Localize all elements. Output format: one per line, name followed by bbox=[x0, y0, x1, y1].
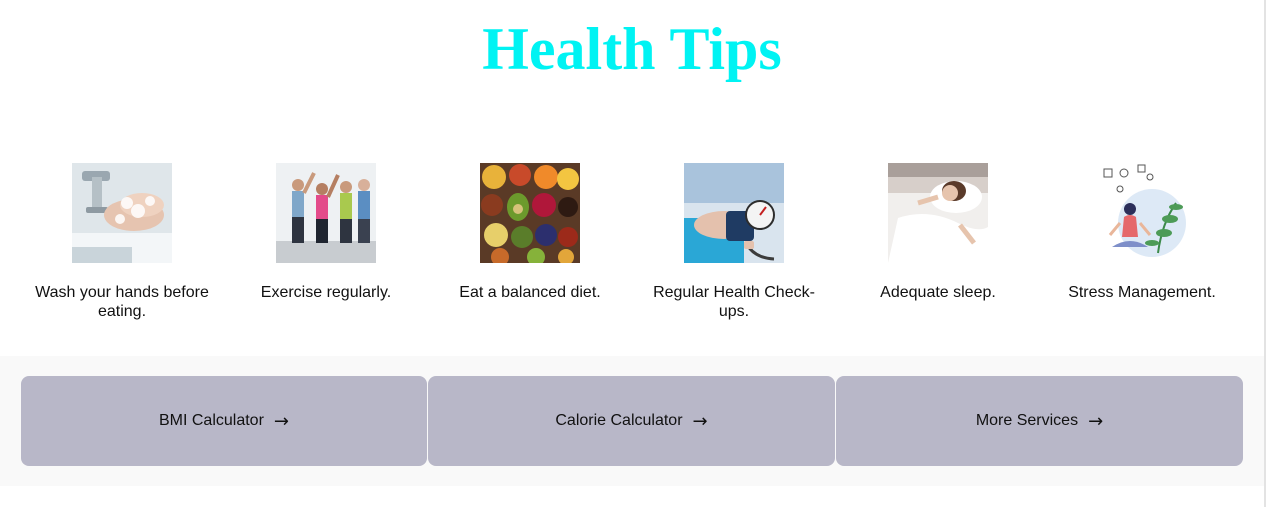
sleep-image bbox=[888, 163, 988, 263]
tip-card: Adequate sleep. bbox=[836, 163, 1040, 321]
more-services-label: More Services bbox=[975, 412, 1079, 429]
services-bar: BMI Calculator → Calorie Calculator → Mo… bbox=[0, 356, 1264, 486]
tip-card: Stress Management. bbox=[1040, 163, 1244, 321]
calorie-calculator-label: Calorie Calculator bbox=[555, 412, 683, 429]
blood-pressure-image bbox=[684, 163, 784, 263]
more-services-button[interactable]: More Services → bbox=[836, 376, 1243, 466]
tip-label: Stress Management. bbox=[1068, 284, 1216, 301]
exercise-image bbox=[276, 163, 376, 263]
handwashing-image bbox=[72, 163, 172, 263]
tip-label: Exercise regularly. bbox=[260, 284, 392, 301]
tip-card: Exercise regularly. bbox=[224, 163, 428, 321]
bmi-calculator-label: BMI Calculator bbox=[158, 412, 264, 429]
tips-row: Wash your hands before eating. Exercise … bbox=[20, 163, 1244, 321]
tip-label: Adequate sleep. bbox=[880, 284, 996, 301]
tip-label: Eat a balanced diet. bbox=[459, 284, 601, 301]
meditation-image bbox=[1092, 163, 1192, 263]
tip-card: Eat a balanced diet. bbox=[428, 163, 632, 321]
tip-card: Wash your hands before eating. bbox=[20, 163, 224, 321]
tip-card: Regular Health Check-ups. bbox=[632, 163, 836, 321]
arrow-right-icon: → bbox=[273, 410, 289, 432]
bmi-calculator-button[interactable]: BMI Calculator → bbox=[21, 376, 427, 466]
tip-label: Wash your hands before eating. bbox=[35, 284, 209, 320]
calorie-calculator-button[interactable]: Calorie Calculator → bbox=[428, 376, 835, 466]
healthy-food-image bbox=[480, 163, 580, 263]
arrow-right-icon: → bbox=[692, 410, 708, 432]
tip-label: Regular Health Check-ups. bbox=[653, 284, 815, 320]
arrow-right-icon: → bbox=[1088, 410, 1104, 432]
page-title: Health Tips bbox=[482, 16, 782, 82]
page: Health Tips Wash your hands before eatin… bbox=[0, 0, 1266, 507]
